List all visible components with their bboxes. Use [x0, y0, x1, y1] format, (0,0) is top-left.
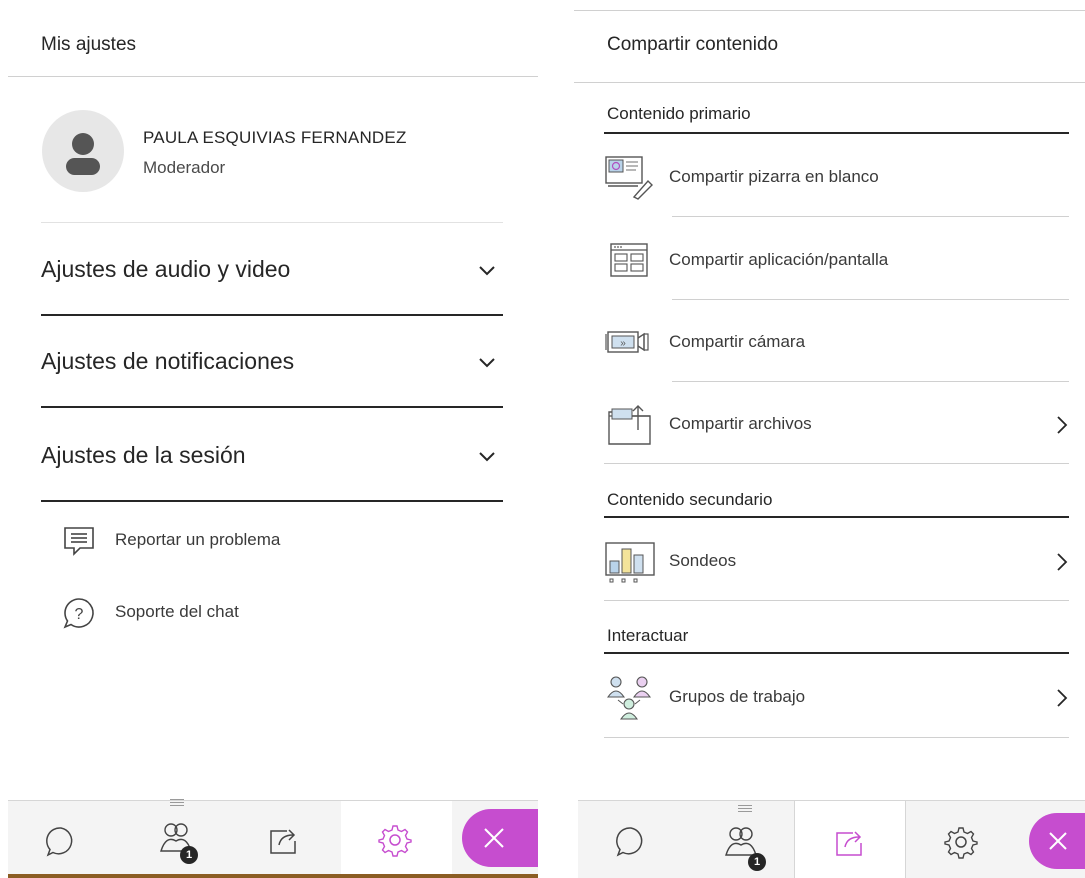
profile-divider — [41, 222, 503, 223]
settings-icon — [944, 827, 978, 859]
chat-support-link[interactable]: ? Soporte del chat — [62, 592, 322, 632]
primary-content-heading: Contenido primario — [607, 104, 751, 123]
settings-panel-title: Mis ajustes — [41, 34, 137, 55]
drag-handle-icon[interactable] — [170, 799, 184, 806]
chat-tab[interactable] — [8, 801, 119, 878]
screen-share-icon — [610, 243, 648, 277]
settings-icon — [378, 825, 412, 857]
folder-share-icon — [608, 405, 651, 445]
group-end-divider — [604, 600, 1069, 601]
group-divider — [604, 132, 1069, 134]
svg-text:?: ? — [75, 606, 84, 623]
header-divider — [8, 76, 538, 77]
chevron-down-icon — [479, 266, 495, 276]
item-label: Compartir aplicación/pantalla — [669, 250, 889, 269]
group-end-divider — [604, 737, 1069, 738]
share-content-tab[interactable] — [230, 801, 341, 878]
item-divider — [672, 381, 1069, 382]
close-icon — [484, 828, 504, 848]
top-divider — [574, 10, 1085, 11]
item-label: Grupos de trabajo — [669, 687, 806, 706]
session-settings-section[interactable]: Ajustes de la sesión — [41, 426, 503, 488]
share-content-icon — [836, 831, 862, 856]
share-files-item[interactable]: Compartir archivos — [604, 392, 1069, 456]
share-screen-item[interactable]: Compartir aplicación/pantalla — [604, 228, 1069, 292]
group-divider — [604, 652, 1069, 654]
report-problem-icon — [64, 527, 94, 556]
share-content-icon — [270, 829, 296, 854]
notification-settings-section[interactable]: Ajustes de notificaciones — [41, 332, 503, 394]
chat-tab[interactable] — [578, 801, 686, 878]
item-label: Compartir archivos — [669, 414, 812, 433]
section-divider — [41, 314, 503, 316]
breakout-groups-icon — [606, 676, 652, 720]
share-camera-item[interactable]: » Compartir cámara — [604, 310, 1069, 374]
group-divider — [604, 516, 1069, 518]
audio-video-settings-section[interactable]: Ajustes de audio y video — [41, 240, 503, 302]
close-panel-button[interactable] — [462, 809, 538, 867]
user-role: Moderador — [143, 158, 226, 177]
whiteboard-icon — [605, 156, 653, 200]
settings-tab[interactable] — [341, 801, 452, 878]
settings-tab[interactable] — [906, 801, 1018, 878]
polls-icon — [605, 542, 655, 583]
share-whiteboard-item[interactable]: Compartir pizarra en blanco — [604, 145, 1069, 209]
help-chat-icon: ? — [63, 598, 94, 629]
group-end-divider — [604, 463, 1069, 464]
share-content-tab[interactable] — [794, 801, 906, 878]
chevron-down-icon — [479, 358, 495, 368]
camera-share-icon: » — [605, 331, 649, 353]
session-tabbar-right: 1 — [578, 800, 1085, 878]
session-tabbar-left: 1 — [8, 799, 538, 878]
chat-icon — [46, 827, 73, 857]
interact-heading: Interactuar — [607, 626, 689, 645]
attendee-count-badge: 1 — [748, 853, 766, 871]
user-silhouette-icon — [66, 133, 100, 175]
chevron-right-icon — [1057, 416, 1068, 434]
chat-support-label: Soporte del chat — [115, 602, 239, 621]
svg-text:»: » — [620, 338, 626, 349]
item-divider — [672, 299, 1069, 300]
polls-item[interactable]: Sondeos — [604, 529, 1069, 593]
drag-handle-icon[interactable] — [738, 805, 752, 812]
avatar — [42, 110, 124, 192]
header-divider — [574, 82, 1085, 83]
window-bottom-edge — [8, 874, 538, 878]
report-problem-label: Reportar un problema — [115, 530, 281, 549]
settings-panel: Mis ajustes PAULA ESQUIVIAS FERNANDEZ Mo… — [0, 0, 540, 878]
close-icon — [1049, 832, 1067, 850]
section-label: Ajustes de la sesión — [41, 442, 246, 468]
share-content-panel: Compartir contenido Contenido primario C… — [574, 0, 1085, 878]
chevron-down-icon — [479, 452, 495, 462]
secondary-content-heading: Contenido secundario — [607, 490, 773, 509]
chat-icon — [616, 827, 643, 857]
chevron-right-icon — [1057, 689, 1068, 707]
share-panel-title: Compartir contenido — [607, 34, 779, 55]
user-name: PAULA ESQUIVIAS FERNANDEZ — [143, 128, 407, 147]
attendees-tab[interactable]: 1 — [119, 799, 230, 878]
item-divider — [672, 216, 1069, 217]
section-label: Ajustes de audio y video — [41, 256, 291, 282]
item-label: Compartir cámara — [669, 332, 806, 351]
report-problem-link[interactable]: Reportar un problema — [62, 520, 362, 560]
section-divider — [41, 500, 503, 502]
item-label: Compartir pizarra en blanco — [669, 167, 879, 186]
attendee-count-badge: 1 — [180, 846, 198, 864]
breakout-groups-item[interactable]: Grupos de trabajo — [604, 665, 1069, 729]
chevron-right-icon — [1057, 553, 1068, 571]
close-panel-button[interactable] — [1029, 813, 1085, 869]
attendees-tab[interactable]: 1 — [686, 801, 794, 878]
item-label: Sondeos — [669, 551, 737, 570]
section-label: Ajustes de notificaciones — [41, 348, 295, 374]
section-divider — [41, 406, 503, 408]
